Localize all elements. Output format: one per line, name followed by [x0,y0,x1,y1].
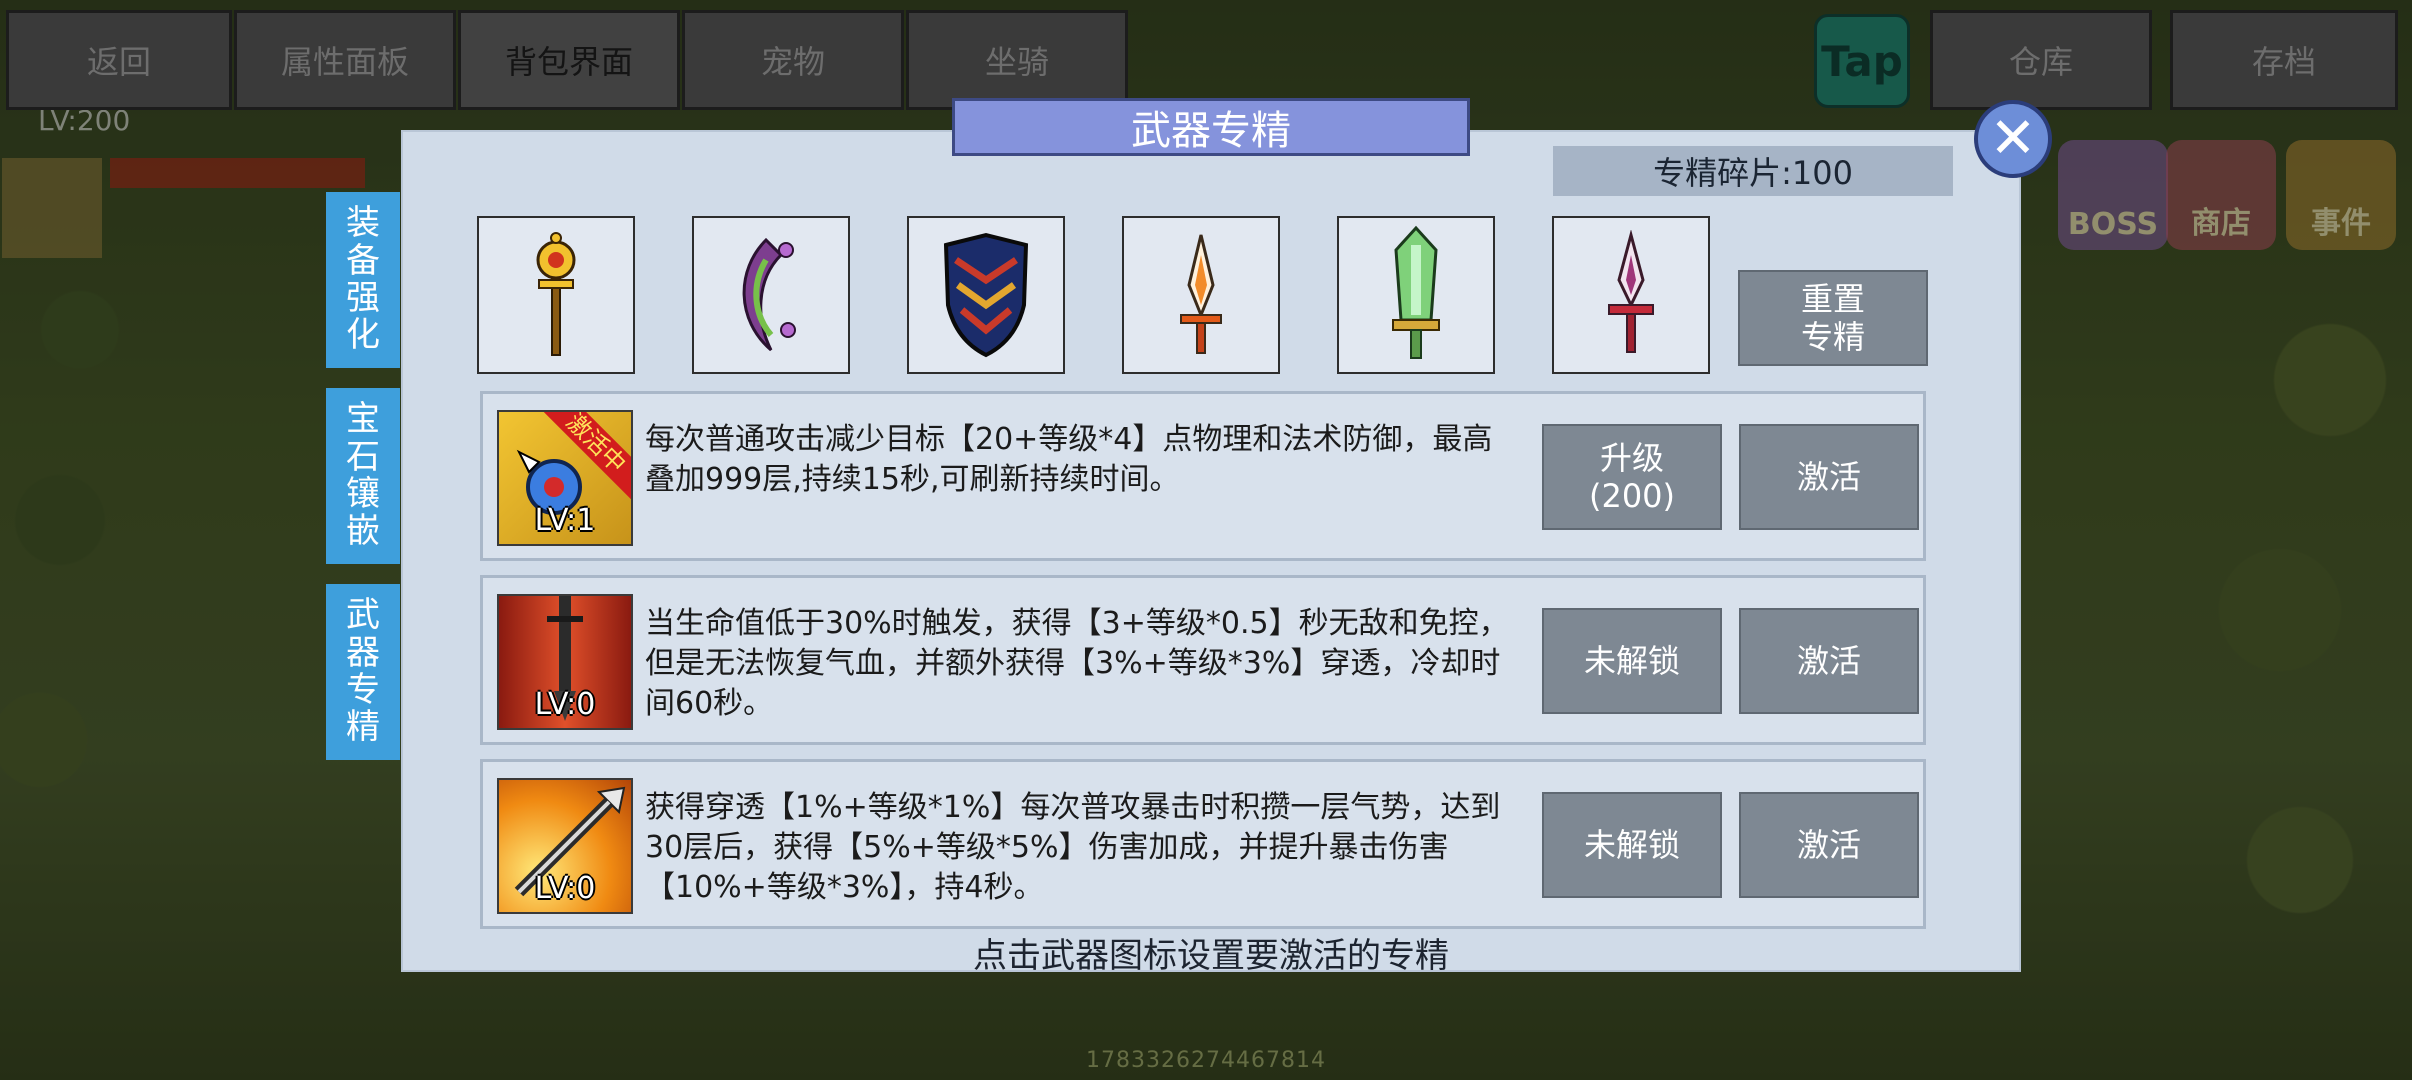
tab-pets[interactable]: 宠物 [682,10,904,110]
activate-button[interactable]: 激活 [1739,424,1919,530]
close-button[interactable]: ✕ [1974,100,2052,178]
skill-row-3: LV:0 获得穿透【1%+等级*1%】每次普攻暴击时积攒一层气势，达到30层后，… [480,759,1926,929]
golden-scepter-icon [536,232,576,356]
close-icon: ✕ [1989,106,2037,171]
taptap-button[interactable]: Tap [1814,14,1910,108]
tab-attributes[interactable]: 属性面板 [234,10,456,110]
weapon-slot-4[interactable] [1122,216,1280,374]
weapon-slot-1[interactable] [477,216,635,374]
upgrade-button-cost: (200) [1588,477,1676,515]
side-tab-char: 化 [346,315,380,356]
shop-icon[interactable]: 商店 [2166,140,2276,250]
reset-mastery-button[interactable]: 重置 专精 [1738,270,1928,366]
weapon-slot-6[interactable] [1552,216,1710,374]
weapon-slot-3[interactable] [907,216,1065,374]
side-tab-char: 武 [346,595,380,636]
tab-save[interactable]: 存档 [2170,10,2398,110]
footer-id-text: 1783326274467814 [1086,1048,1326,1073]
side-tab-char: 器 [346,632,380,673]
upgrade-button[interactable]: 升级 (200) [1542,424,1722,530]
mastery-hint-text: 点击武器图标设置要激活的专精 [973,936,1449,976]
crimson-dagger-icon [1608,230,1654,353]
tab-mounts[interactable]: 坐骑 [906,10,1128,110]
locked-button-label: 未解锁 [1583,825,1680,864]
side-tab-char: 镶 [346,474,380,514]
tab-inventory[interactable]: 背包界面 [458,10,680,110]
skill-row-2: LV:0 当生命值低于30%时触发，获得【3+等级*0.5】秒无敌和免控，但是无… [480,575,1926,745]
shop-icon-label: 商店 [2191,206,2251,241]
boss-icon-label: BOSS [2067,207,2159,242]
dialog-title: 武器专精 [952,98,1470,156]
skill-description: 获得穿透【1%+等级*1%】每次普攻暴击时积攒一层气势，达到30层后，获得【5%… [645,790,1501,905]
side-tab-equipment-enhance[interactable]: 装 备 强 化 [326,192,400,368]
skill-level: LV:1 [534,503,596,538]
boss-icon[interactable]: BOSS [2058,140,2168,250]
tab-warehouse[interactable]: 仓库 [1930,10,2152,110]
player-hp-bar [110,158,365,188]
skill-row-1: 激活中 LV:1 每次普通攻击减少目标【20+等级*4】点物理和法术防御，最高叠… [480,391,1926,561]
locked-button-label: 未解锁 [1583,641,1680,680]
skill-icon-2: LV:0 [497,594,633,730]
event-icon[interactable]: 事件 [2286,140,2396,250]
activate-button[interactable]: 激活 [1739,792,1919,898]
side-tab-char: 精 [346,707,380,748]
reset-button-line: 专精 [1800,318,1865,356]
locked-button[interactable]: 未解锁 [1542,792,1722,898]
skill-icon-3: LV:0 [497,778,633,914]
activate-button[interactable]: 激活 [1739,608,1919,714]
side-tab-weapon-mastery[interactable]: 武 器 专 精 [326,584,400,760]
back-button[interactable]: 返回 [6,10,232,110]
jade-sword-icon [1392,225,1440,359]
side-tab-char: 宝 [346,399,380,440]
side-tab-char: 强 [346,278,380,318]
ornate-shield-icon [943,232,1029,358]
skill-icon-1: 激活中 LV:1 [497,410,633,546]
side-tab-gem-inlay[interactable]: 宝 石 镶 嵌 [326,388,400,564]
side-tab-char: 嵌 [346,511,380,552]
crescent-blade-icon [742,237,796,352]
side-tab-char: 装 [346,203,380,244]
side-tab-char: 石 [346,436,380,477]
side-tab-char: 备 [346,240,380,281]
side-tab-char: 专 [346,670,380,710]
reset-button-line: 重置 [1800,279,1865,318]
skill-description: 当生命值低于30%时触发，获得【3+等级*0.5】秒无敌和免控，但是无法恢复气血… [645,606,1509,721]
skill-description: 每次普通攻击减少目标【20+等级*4】点物理和法术防御，最高叠加999层,持续1… [645,422,1493,497]
upgrade-button-line: 升级 [1599,438,1664,477]
weapon-slot-5[interactable] [1337,216,1495,374]
locked-button[interactable]: 未解锁 [1542,608,1722,714]
skill-level: LV:0 [534,871,596,906]
mastery-fragments-count: 专精碎片:100 [1553,146,1953,196]
player-avatar [2,158,102,258]
skill-level: LV:0 [534,687,596,722]
flame-dagger-icon [1180,234,1222,354]
weapon-slot-2[interactable] [692,216,850,374]
event-icon-label: 事件 [2311,206,2371,241]
